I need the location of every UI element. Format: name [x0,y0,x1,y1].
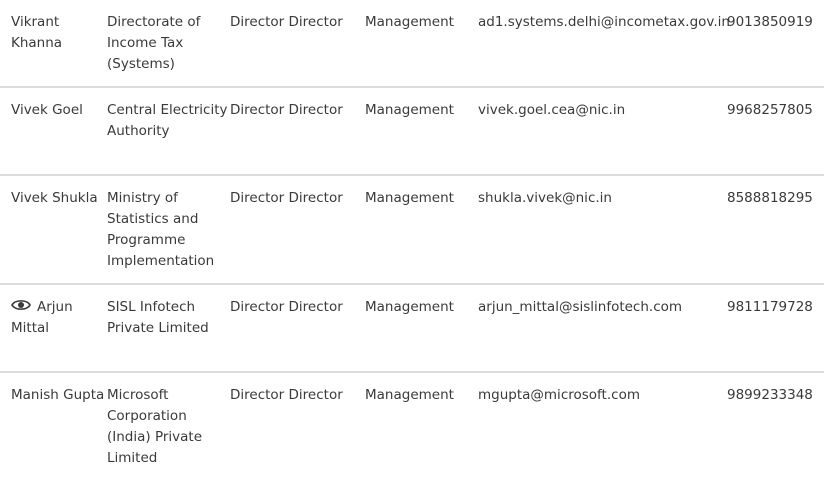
contact-phone: 9013850919 [727,14,813,30]
table-row: Vikrant Khanna Directorate of Income Tax… [0,0,824,87]
contact-phone: 9968257805 [727,86,824,175]
contact-phone: 8588818295 [727,174,824,284]
contact-organization: SISL Infotech Private Limited [107,283,230,372]
contact-name: Vikrant Khanna [11,14,63,51]
contact-organization: Microsoft Corporation (India) Private Li… [107,371,230,480]
contact-name: Vivek Goel [0,86,107,175]
contacts-table: Vikrant Khanna Directorate of Income Tax… [0,0,824,480]
contact-name: Manish Gupta [0,371,107,480]
contact-email[interactable]: vivek.goel.cea@nic.in [478,86,727,175]
contact-department: Management [365,14,454,30]
table-row: Arjun Mittal SISL Infotech Private Limit… [0,283,824,372]
table-row: Manish Gupta Microsoft Corporation (Indi… [0,371,824,480]
contact-designation: Director Director [230,371,365,480]
contact-organization: Central Electricity Authority [107,86,230,175]
contact-organization: Ministry of Statistics and Programme Imp… [107,174,230,284]
contact-phone: 9899233348 [727,371,824,480]
contact-email[interactable]: arjun_mittal@sislinfotech.com [478,283,727,372]
contact-name: Vivek Shukla [0,174,107,284]
contact-department: Management [365,371,478,480]
contact-name-cell: Arjun Mittal [0,283,107,372]
table-row: Vivek Goel Central Electricity Authority… [0,86,824,175]
contact-phone: 9811179728 [727,283,824,372]
table-row: Vivek Shukla Ministry of Statistics and … [0,174,824,284]
contact-department: Management [365,86,478,175]
contact-designation: Director Director [230,14,343,30]
contact-department: Management [365,283,478,372]
contact-organization: Directorate of Income Tax (Systems) [107,14,201,72]
contact-email[interactable]: mgupta@microsoft.com [478,371,727,480]
contact-email[interactable]: ad1.systems.delhi@incometax.gov.in [478,0,730,87]
eye-icon[interactable] [11,298,31,312]
contact-designation: Director Director [230,174,365,284]
contact-department: Management [365,174,478,284]
contact-email[interactable]: shukla.vivek@nic.in [478,174,727,284]
contact-designation: Director Director [230,86,365,175]
contact-designation: Director Director [230,283,365,372]
